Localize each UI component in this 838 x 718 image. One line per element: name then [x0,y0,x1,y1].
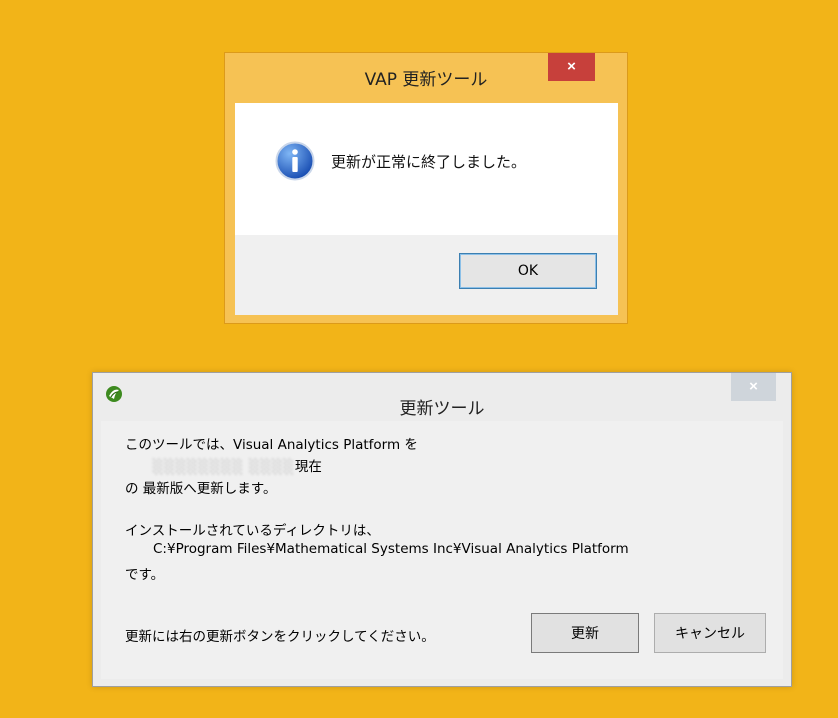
message-box-footer: OK [235,235,618,315]
update-tool-close-button[interactable]: × [731,373,776,401]
instruction-text: 更新には右の更新ボタンをクリックしてください。 [125,629,435,645]
info-icon [275,141,315,181]
update-description-line: の 最新版へ更新します。 [125,481,277,497]
version-suffix: 現在 [294,459,322,475]
update-tool-dialog: 更新ツール × このツールでは、Visual Analytics Platfor… [92,372,792,687]
message-box-close-button[interactable]: × [548,53,595,81]
install-dir-label: インストールされているディレクトリは、 [125,523,380,539]
update-tool-client: このツールでは、Visual Analytics Platform を ░░░░… [101,421,783,679]
version-line: ░░░░░░░░ ░░░░現在 [153,455,322,475]
message-box-dialog: VAP 更新ツール × 更新が正常に終了しました。 OK [224,52,628,324]
update-button[interactable]: 更新 [531,613,639,653]
update-tool-title: 更新ツール [399,399,485,419]
message-box-client: 更新が正常に終了しました。 OK [235,103,618,315]
redacted-version-text: ░░░░░░░░ ░░░░ [153,459,295,475]
intro-line: このツールでは、Visual Analytics Platform を [125,437,418,453]
message-text: 更新が正常に終了しました。 [331,153,527,171]
cancel-button[interactable]: キャンセル [654,613,766,653]
install-path: C:¥Program Files¥Mathematical Systems In… [153,541,629,557]
message-box-content: 更新が正常に終了しました。 [235,103,618,235]
ok-button[interactable]: OK [459,253,597,289]
install-dir-suffix: です。 [125,567,165,583]
